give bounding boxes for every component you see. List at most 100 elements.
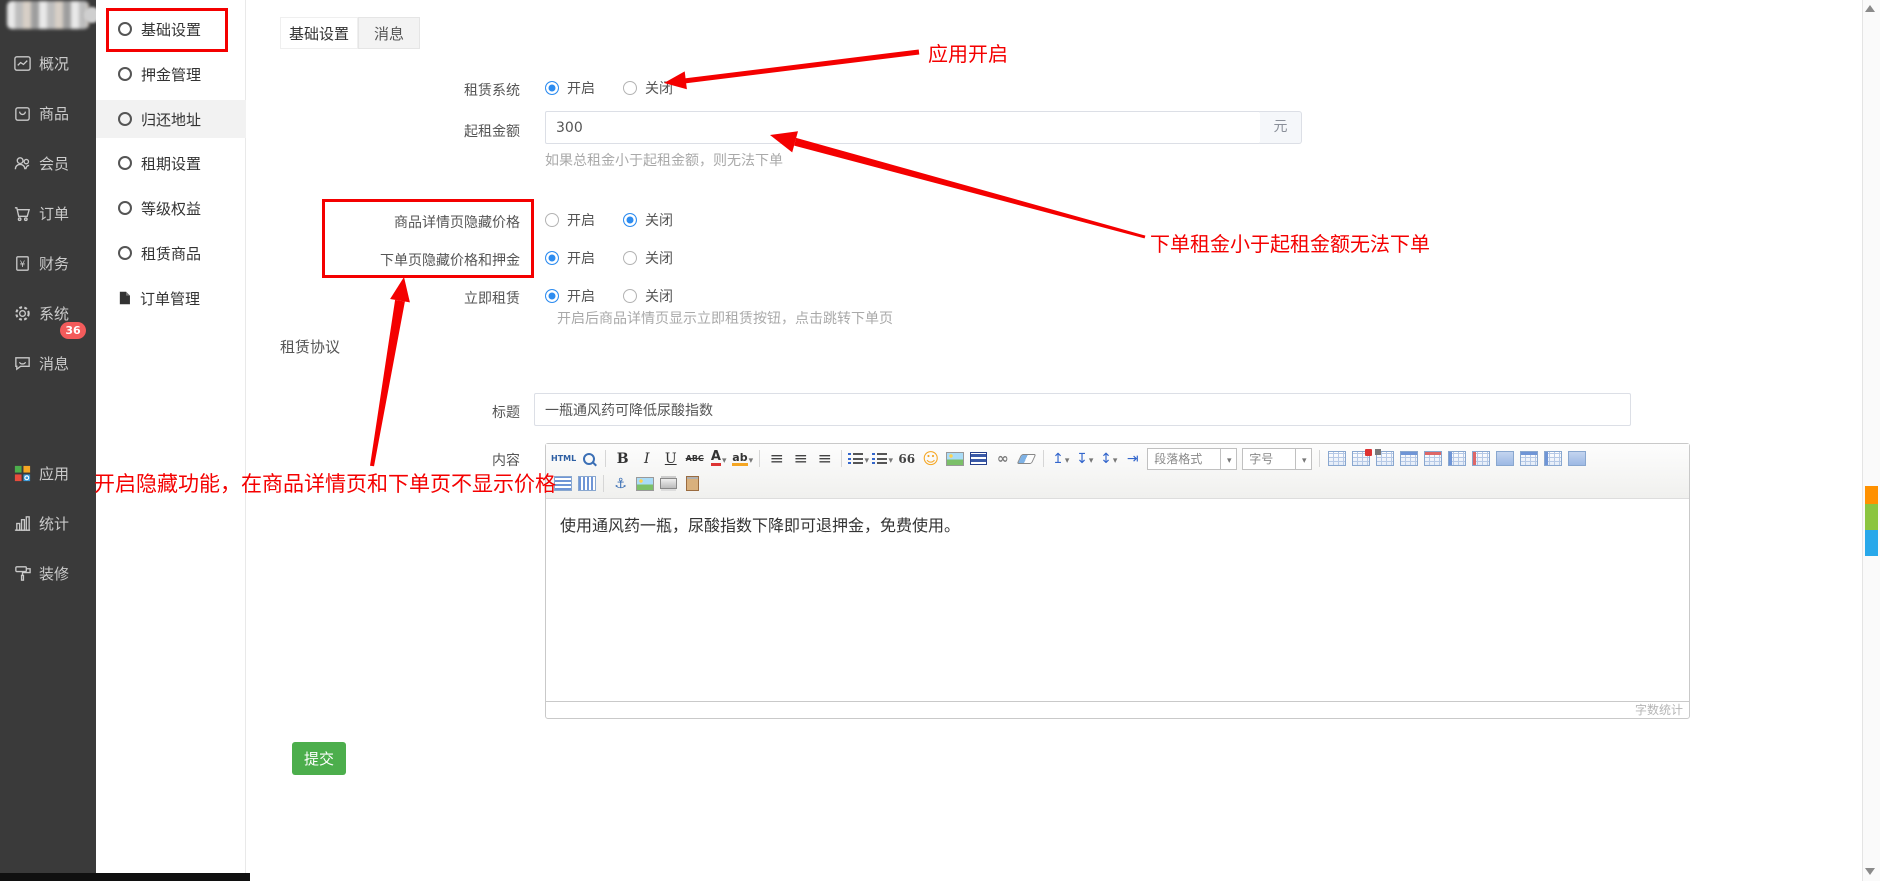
paragraph-format-select[interactable]: 段落格式 [1147, 448, 1237, 470]
row-delete-icon [1424, 451, 1442, 466]
sidebar-item-orders[interactable]: 订单 [0, 201, 96, 225]
delete-column-button[interactable] [1469, 448, 1492, 470]
font-color-button[interactable]: A [707, 448, 730, 470]
sidebar-item-label: 商品 [39, 103, 69, 124]
radio-on[interactable] [545, 81, 559, 95]
radio-off[interactable] [623, 81, 637, 95]
insert-table-button[interactable] [1325, 448, 1348, 470]
line-height-button[interactable] [1097, 448, 1120, 470]
insert-video-button[interactable] [967, 448, 990, 470]
insert-column-button[interactable] [1445, 448, 1468, 470]
sidebar-item-apps[interactable]: 应用 [0, 461, 96, 485]
start-amount-input[interactable] [545, 111, 1261, 144]
scroll-up-arrow[interactable] [1865, 5, 1875, 12]
ordered-list-button[interactable] [847, 448, 870, 470]
sidebar-item-members[interactable]: 会员 [0, 151, 96, 175]
clipboard-icon [686, 476, 699, 491]
merge-cells-icon [1496, 451, 1514, 466]
goods-icon [13, 104, 32, 123]
scroll-marker-blue [1865, 530, 1878, 556]
paste-button[interactable] [681, 473, 704, 495]
printer-icon [660, 478, 677, 489]
tab-basic-settings[interactable]: 基础设置 [280, 17, 358, 49]
annotation-text-hide-note: 开启隐藏功能，在商品详情页和下单页不显示价格 [94, 468, 556, 498]
avatar[interactable] [7, 1, 89, 29]
chevron-down-icon [1088, 452, 1094, 466]
sidebar-item-system[interactable]: 系统 [0, 301, 96, 325]
sidebar-item-stats[interactable]: 统计 [0, 511, 96, 535]
select-dropdown-button[interactable] [1295, 449, 1311, 469]
emoticon-button[interactable] [919, 448, 942, 470]
align-left-button[interactable] [765, 448, 788, 470]
paint-roller-icon [13, 564, 32, 583]
highlight-color-button[interactable]: ab [731, 448, 754, 470]
tab-messages[interactable]: 消息 [358, 17, 420, 49]
font-size-select[interactable]: 字号 [1242, 448, 1312, 470]
preview-button[interactable] [577, 448, 600, 470]
italic-button[interactable]: I [635, 448, 658, 470]
merge-cells-button[interactable] [1493, 448, 1516, 470]
strikethrough-button[interactable]: ABC [683, 448, 706, 470]
space-top-button[interactable] [1049, 448, 1072, 470]
submenu-item-order-manage[interactable]: 订单管理 [96, 279, 246, 317]
blockquote-button[interactable]: 66 [895, 448, 918, 470]
annotation-box-basic-settings [106, 8, 228, 52]
remove-format-button[interactable] [1015, 448, 1038, 470]
align-center-button[interactable] [789, 448, 812, 470]
submenu-item-rent-period[interactable]: 租期设置 [96, 144, 246, 182]
unordered-list-button[interactable] [871, 448, 894, 470]
table-properties-button[interactable] [1373, 448, 1396, 470]
page-scrollbar[interactable] [1862, 0, 1880, 881]
split-column-button[interactable] [1541, 448, 1564, 470]
chevron-down-icon [721, 452, 727, 466]
radio-on[interactable] [545, 251, 559, 265]
radio-on[interactable] [545, 289, 559, 303]
submenu-item-level-rights[interactable]: 等级权益 [96, 189, 246, 227]
delete-table-button[interactable] [1349, 448, 1372, 470]
radio-off[interactable] [623, 251, 637, 265]
chevron-down-icon [1226, 452, 1232, 466]
scroll-down-arrow[interactable] [1865, 868, 1875, 875]
print-button[interactable] [657, 473, 680, 495]
radio-on[interactable] [545, 213, 559, 227]
film-icon [970, 452, 987, 465]
underline-button[interactable]: U [659, 448, 682, 470]
align-right-button[interactable] [813, 448, 836, 470]
primary-sidebar: 概况 商品 会员 订单 ¥ 财务 系统 消息 36 应用 [0, 0, 96, 881]
agreement-title-input[interactable] [534, 393, 1631, 426]
link-button[interactable] [991, 448, 1014, 470]
gallery-button[interactable] [633, 473, 656, 495]
editor-statusbar: 字数统计 [545, 701, 1690, 719]
submenu-item-return-address[interactable]: 归还地址 [96, 100, 246, 138]
delete-row-button[interactable] [1421, 448, 1444, 470]
message-icon [13, 354, 32, 373]
submenu-item-deposit[interactable]: 押金管理 [96, 55, 246, 93]
insert-row-button[interactable] [1397, 448, 1420, 470]
sidebar-item-label: 概况 [39, 53, 69, 74]
image-icon [636, 477, 654, 491]
editor-content[interactable]: 使用通风药一瓶，尿酸指数下降即可退押金，免费使用。 [546, 499, 1689, 703]
submit-button[interactable]: 提交 [292, 742, 346, 775]
submenu-item-rental-goods[interactable]: 租赁商品 [96, 234, 246, 272]
full-table-button[interactable] [1565, 448, 1588, 470]
sidebar-item-messages[interactable]: 消息 [0, 351, 96, 375]
stripe-cols-table-button[interactable] [575, 473, 598, 495]
radio-off[interactable] [623, 289, 637, 303]
split-row-icon [1520, 451, 1538, 466]
radio-off[interactable] [623, 213, 637, 227]
indent-button[interactable] [1121, 448, 1144, 470]
bold-button[interactable]: B [611, 448, 634, 470]
sidebar-item-decorate[interactable]: 装修 [0, 561, 96, 585]
html-source-button[interactable]: HTML [551, 448, 576, 470]
split-row-button[interactable] [1517, 448, 1540, 470]
sidebar-item-goods[interactable]: 商品 [0, 101, 96, 125]
select-dropdown-button[interactable] [1220, 449, 1236, 469]
insert-image-button[interactable] [943, 448, 966, 470]
chevron-down-icon [1064, 452, 1070, 466]
sidebar-item-finance[interactable]: ¥ 财务 [0, 251, 96, 275]
sidebar-item-overview[interactable]: 概况 [0, 51, 96, 75]
space-bottom-button[interactable] [1073, 448, 1096, 470]
indent-icon [1127, 451, 1139, 467]
sidebar-item-label: 系统 [39, 303, 69, 324]
anchor-button[interactable] [609, 473, 632, 495]
